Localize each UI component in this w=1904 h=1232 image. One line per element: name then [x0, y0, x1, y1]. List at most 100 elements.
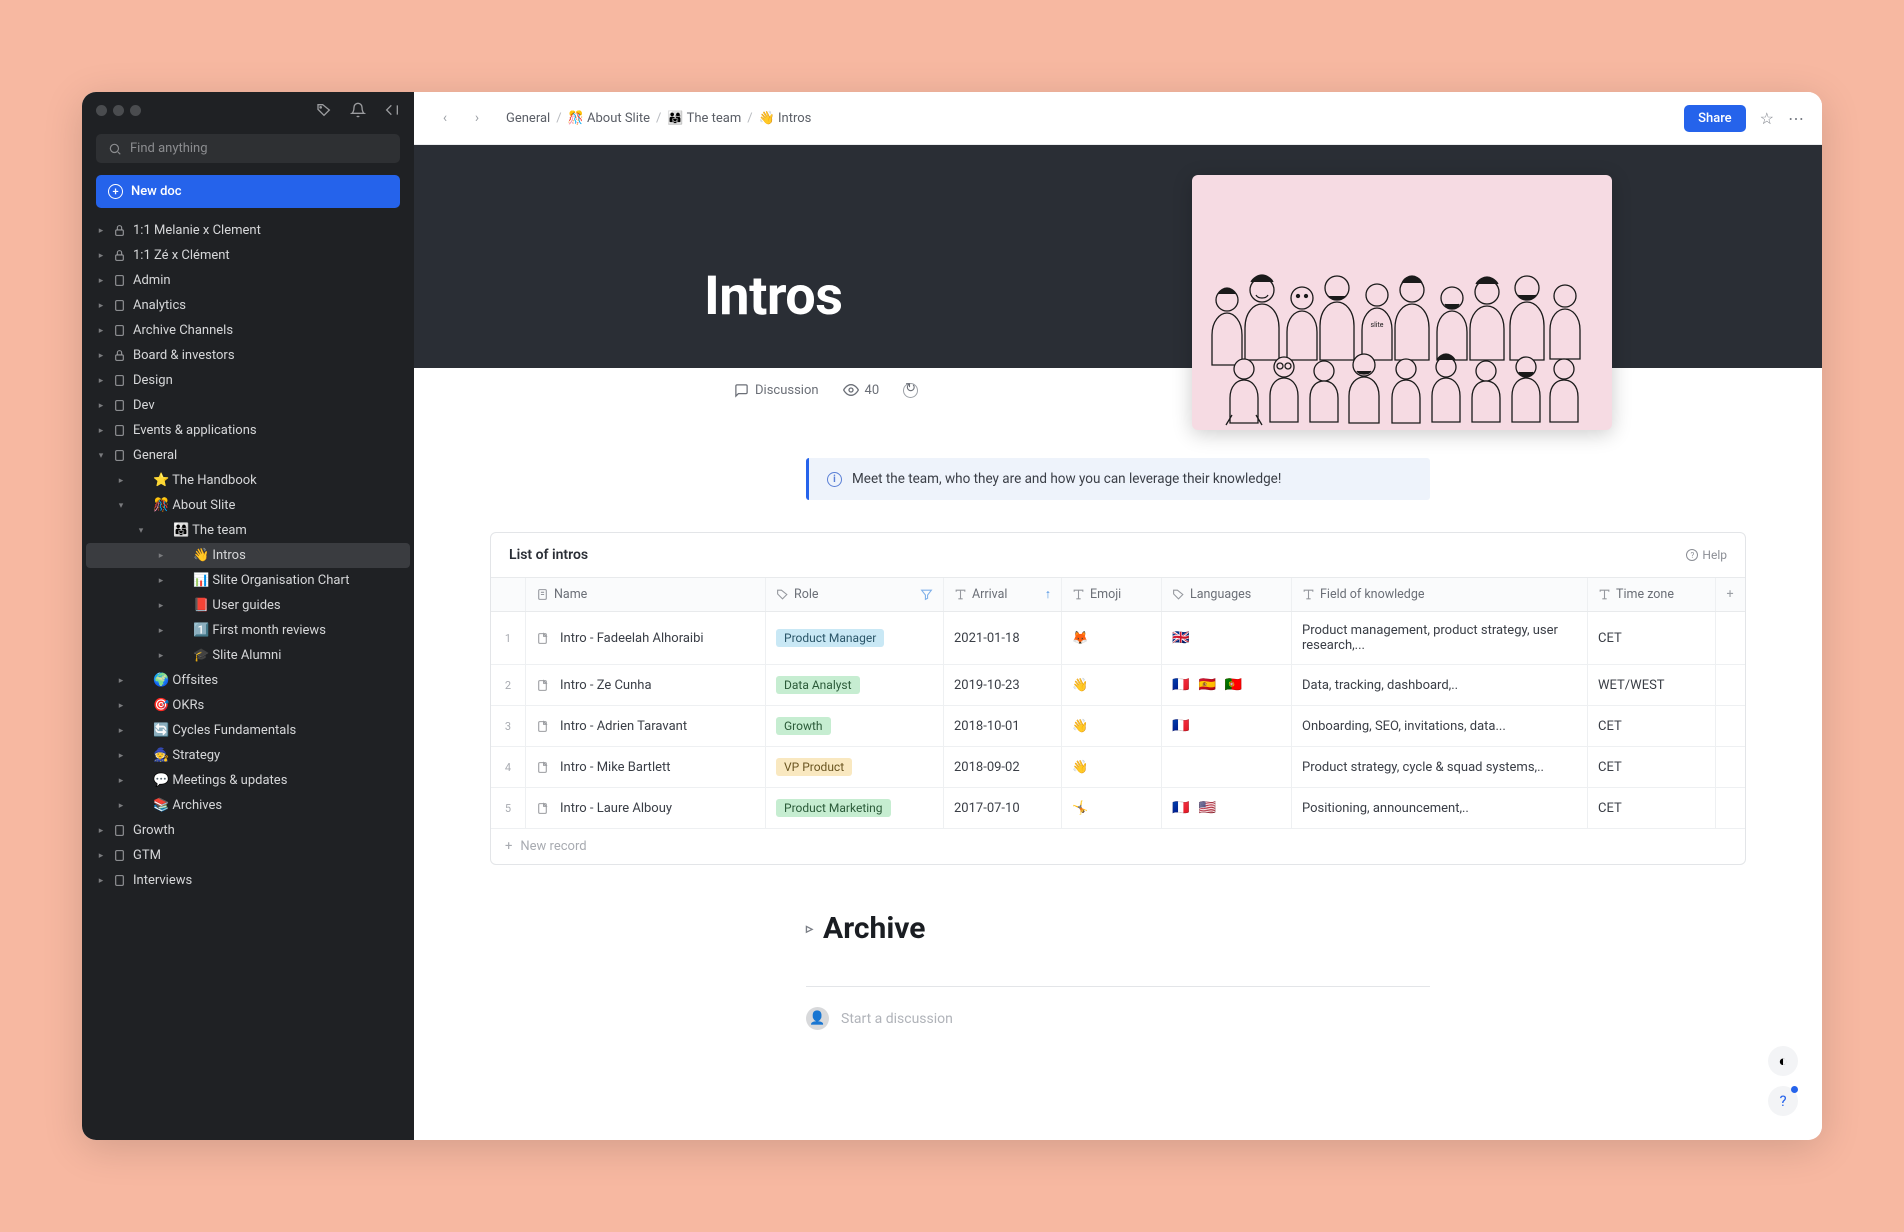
col-emoji[interactable]: Emoji	[1062, 578, 1162, 611]
minimize-dot[interactable]	[113, 105, 124, 116]
sidebar-item[interactable]: ▸🔄 Cycles Fundamentals	[86, 718, 410, 743]
new-record-label: New record	[520, 839, 586, 854]
col-timezone[interactable]: Time zone	[1588, 578, 1716, 611]
sidebar-item[interactable]: ▸1️⃣ First month reviews	[86, 618, 410, 643]
info-callout: i Meet the team, who they are and how yo…	[806, 458, 1430, 500]
text-icon	[1598, 588, 1611, 601]
table-columns: Name Role Arrival↑ Emoji Languages Field…	[491, 577, 1745, 612]
table-row[interactable]: 4Intro - Mike BartlettVP Product2018-09-…	[491, 747, 1745, 788]
sidebar-item[interactable]: ▸Interviews	[86, 868, 410, 893]
svg-text:slite: slite	[1370, 321, 1383, 329]
text-icon	[1072, 588, 1085, 601]
sidebar-item[interactable]: ▸📊 Slite Organisation Chart	[86, 568, 410, 593]
help-button[interactable]: ?	[1768, 1086, 1798, 1116]
help-label: Help	[1702, 548, 1727, 562]
breadcrumb-segment[interactable]: 👋 Intros	[759, 111, 812, 126]
sidebar-item[interactable]: ▸📚 Archives	[86, 793, 410, 818]
star-icon[interactable]: ☆	[1760, 109, 1774, 128]
sidebar: Find anything + New doc ▸1:1 Melanie x C…	[82, 92, 414, 1140]
col-knowledge[interactable]: Field of knowledge	[1292, 578, 1588, 611]
avatar: 👤	[806, 1007, 829, 1030]
sidebar-item[interactable]: ▸Events & applications	[86, 418, 410, 443]
col-role[interactable]: Role	[766, 578, 944, 611]
sidebar-item[interactable]: ▸💬 Meetings & updates	[86, 768, 410, 793]
discussion-placeholder: Start a discussion	[841, 1011, 953, 1027]
window-controls	[82, 92, 414, 128]
new-record-button[interactable]: + New record	[491, 829, 1745, 864]
info-icon: i	[827, 472, 842, 487]
sidebar-item[interactable]: ▾🎊 About Slite	[86, 493, 410, 518]
refresh-button[interactable]	[903, 383, 918, 398]
add-column-button[interactable]: +	[1716, 578, 1744, 611]
sidebar-item[interactable]: ▸📕 User guides	[86, 593, 410, 618]
sidebar-item[interactable]: ▸🎓 Slite Alumni	[86, 643, 410, 668]
table-row[interactable]: 3Intro - Adrien TaravantGrowth2018-10-01…	[491, 706, 1745, 747]
more-icon[interactable]: ⋯	[1788, 109, 1804, 128]
main-content: ‹ › General/🎊 About Slite/👨‍👩‍👧 The team…	[414, 92, 1822, 1140]
nav-forward-button[interactable]: ›	[464, 105, 490, 131]
filter-icon[interactable]	[920, 588, 933, 601]
tag-icon[interactable]	[316, 102, 332, 118]
sidebar-item[interactable]: ▸🎯 OKRs	[86, 693, 410, 718]
body-scroll: i Meet the team, who they are and how yo…	[414, 398, 1822, 1140]
sidebar-item[interactable]: ▸👋 Intros	[86, 543, 410, 568]
corner-buttons: ◐ ?	[1768, 1046, 1798, 1116]
col-languages[interactable]: Languages	[1162, 578, 1292, 611]
hero-image: slite	[1192, 175, 1612, 430]
sidebar-item[interactable]: ▾👨‍👩‍👧 The team	[86, 518, 410, 543]
sidebar-item[interactable]: ▸Design	[86, 368, 410, 393]
team-illustration: slite	[1192, 230, 1612, 430]
new-doc-label: New doc	[131, 184, 182, 199]
sidebar-item[interactable]: ▸1:1 Zé x Clément	[86, 243, 410, 268]
table-row[interactable]: 2Intro - Ze CunhaData Analyst2019-10-23👋…	[491, 665, 1745, 706]
sidebar-item[interactable]: ▸🧙 Strategy	[86, 743, 410, 768]
sidebar-item[interactable]: ▸Board & investors	[86, 343, 410, 368]
sidebar-item[interactable]: ▸🌍 Offsites	[86, 668, 410, 693]
nav-back-button[interactable]: ‹	[432, 105, 458, 131]
views-number: 40	[865, 383, 880, 398]
sort-asc-icon[interactable]: ↑	[1045, 587, 1051, 602]
sidebar-item[interactable]: ▸GTM	[86, 843, 410, 868]
views-count[interactable]: 40	[843, 382, 880, 398]
intros-table: List of intros ? Help Name Role Arrival↑…	[490, 532, 1746, 865]
sidebar-item[interactable]: ▸Analytics	[86, 293, 410, 318]
sidebar-item[interactable]: ▸⭐ The Handbook	[86, 468, 410, 493]
sidebar-item[interactable]: ▾General	[86, 443, 410, 468]
plus-icon: +	[505, 839, 512, 854]
search-icon	[108, 142, 122, 156]
tag-icon	[776, 588, 789, 601]
notification-dot	[1791, 1086, 1798, 1093]
table-row[interactable]: 1Intro - Fadeelah AlhoraibiProduct Manag…	[491, 612, 1745, 665]
maximize-dot[interactable]	[130, 105, 141, 116]
col-arrival[interactable]: Arrival↑	[944, 578, 1062, 611]
bell-icon[interactable]	[350, 102, 366, 118]
sidebar-item[interactable]: ▸Admin	[86, 268, 410, 293]
archive-heading[interactable]: ▹ Archive	[806, 911, 1430, 946]
sidebar-item[interactable]: ▸Dev	[86, 393, 410, 418]
doc-icon	[536, 588, 549, 601]
breadcrumb-segment[interactable]: General	[506, 111, 550, 126]
table-row[interactable]: 5Intro - Laure AlbouyProduct Marketing20…	[491, 788, 1745, 829]
text-icon	[954, 588, 967, 601]
topbar: ‹ › General/🎊 About Slite/👨‍👩‍👧 The team…	[414, 92, 1822, 145]
sidebar-item[interactable]: ▸Archive Channels	[86, 318, 410, 343]
breadcrumb-segment[interactable]: 🎊 About Slite	[568, 111, 650, 126]
collapse-sidebar-icon[interactable]	[384, 102, 400, 118]
table-help-button[interactable]: ? Help	[1686, 548, 1727, 562]
sidebar-tree: ▸1:1 Melanie x Clement▸1:1 Zé x Clément▸…	[82, 218, 414, 1140]
callout-text: Meet the team, who they are and how you …	[852, 471, 1281, 487]
hero-banner: Intros slite	[414, 145, 1822, 368]
breadcrumb-segment[interactable]: 👨‍👩‍👧 The team	[667, 111, 741, 126]
sidebar-item[interactable]: ▸1:1 Melanie x Clement	[86, 218, 410, 243]
chat-icon	[734, 383, 749, 398]
chevron-right-icon: ▹	[806, 921, 813, 937]
share-button[interactable]: Share	[1684, 105, 1746, 132]
theme-button[interactable]: ◐	[1768, 1046, 1798, 1076]
start-discussion-input[interactable]: 👤 Start a discussion	[806, 1007, 1430, 1030]
close-dot[interactable]	[96, 105, 107, 116]
new-doc-button[interactable]: + New doc	[96, 175, 400, 208]
discussion-button[interactable]: Discussion	[734, 383, 819, 398]
col-name[interactable]: Name	[526, 578, 766, 611]
sidebar-item[interactable]: ▸Growth	[86, 818, 410, 843]
search-input[interactable]: Find anything	[96, 134, 400, 163]
